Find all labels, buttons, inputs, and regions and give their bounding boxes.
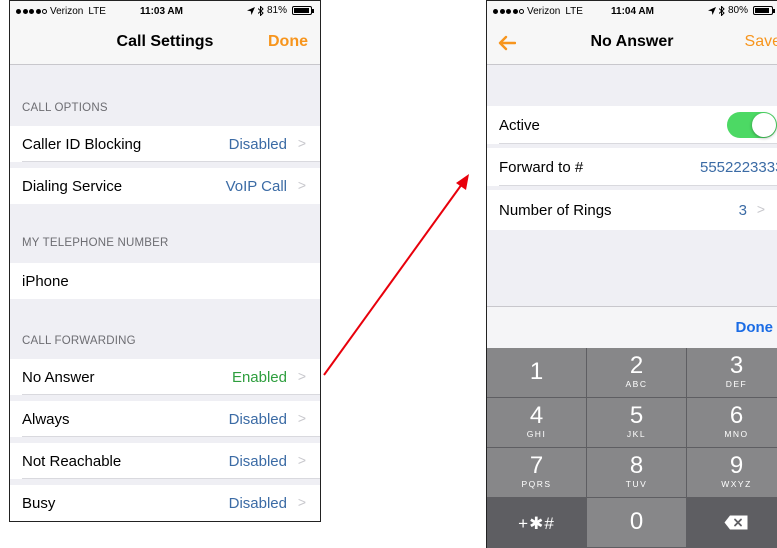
key-letters: MNO [724,429,749,439]
key-5[interactable]: 5 JKL [587,398,686,447]
key-0[interactable]: 0 [587,498,686,547]
key-digit: 7 [529,452,544,479]
key-8[interactable]: 8 TUV [587,448,686,497]
toggle-knob [752,113,776,137]
row-forward-to[interactable]: Forward to # 5552223333 [487,148,777,186]
key-9[interactable]: 9 WXYZ [687,448,777,497]
key-digit: 0 [629,508,644,535]
key-digit: 8 [629,452,644,479]
key-4[interactable]: 4 GHI [487,398,586,447]
key-letters: PQRS [521,479,552,489]
key-1[interactable]: 1 [487,348,586,397]
key-2[interactable]: 2 ABC [587,348,686,397]
row-label: Number of Rings [499,202,612,219]
key-symbols-label: +✱# [518,514,555,533]
carrier-info: Verizon LTE [493,6,583,17]
key-7[interactable]: 7 PQRS [487,448,586,497]
key-letters: TUV [625,479,648,489]
row-label: Forward to # [499,159,584,176]
battery-percent: 80% [727,5,748,16]
key-digit: 3 [729,352,744,379]
key-digit: 6 [729,402,744,429]
carrier-name: Verizon [527,6,561,17]
key-backspace[interactable] [687,498,777,547]
key-digit: 4 [529,402,544,429]
row-active: Active [487,106,777,144]
key-letters: ABC [625,379,648,389]
network-type: LTE [565,6,583,17]
forward-number-field[interactable]: 5552223333 [700,159,777,176]
backspace-icon [724,515,747,530]
nav-bar: No Answer Save [487,21,777,65]
row-label: Active [499,117,540,134]
key-digit: 5 [629,402,644,429]
key-symbols[interactable]: +✱# [487,498,586,547]
row-separator [499,143,777,144]
key-letters: WXYZ [721,479,752,489]
key-letters: GHI [526,429,547,439]
page-title: No Answer [590,33,674,50]
status-right: 80% [707,5,775,16]
row-separator [499,185,777,186]
key-letters: JKL [626,429,647,439]
active-toggle[interactable] [727,112,777,138]
keyboard-toolbar: Done [487,306,777,348]
key-3[interactable]: 3 DEF [687,348,777,397]
key-digit: 1 [529,358,544,385]
key-6[interactable]: 6 MNO [687,398,777,447]
location-arrow-icon [707,6,716,15]
chevron-right-icon: > [756,201,765,217]
key-digit: 9 [729,452,744,479]
signal-dots-icon [493,9,524,14]
key-letters: DEF [725,379,748,389]
row-value: 3 [738,202,747,219]
battery-icon [753,6,775,15]
key-digit: 2 [629,352,644,379]
status-bar: Verizon LTE 11:04 AM 80% [487,1,777,21]
no-answer-screen: Verizon LTE 11:04 AM 80% No Answer Save … [486,0,777,548]
save-button[interactable]: Save [745,33,777,51]
keyboard-done-button[interactable]: Done [736,319,774,336]
status-time: 11:04 AM [611,6,654,17]
row-number-of-rings[interactable]: Number of Rings 3 > [487,190,777,230]
bluetooth-icon [718,5,725,16]
number-keypad: 1 2 ABC 3 DEF 4 GHI 5 JKL 6 MNO 7 PQRS 8… [487,348,777,548]
